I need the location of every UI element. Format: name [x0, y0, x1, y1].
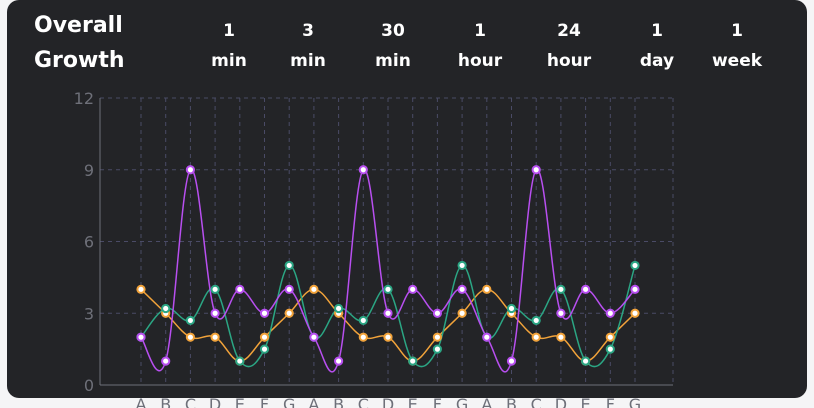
data-point	[161, 356, 171, 366]
x-tick-label: F	[606, 395, 615, 408]
data-point	[136, 332, 146, 342]
y-tick-label: 12	[74, 89, 94, 108]
data-point	[210, 284, 220, 294]
data-point	[408, 284, 418, 294]
data-point	[531, 165, 541, 175]
data-point	[408, 356, 418, 366]
x-tick-label: B	[333, 395, 344, 408]
data-point	[432, 332, 442, 342]
data-point	[432, 344, 442, 354]
x-tick-label: F	[433, 395, 442, 408]
data-point	[259, 344, 270, 354]
data-point	[457, 308, 467, 318]
x-tick-label: D	[555, 395, 567, 408]
data-point	[482, 332, 492, 342]
x-tick-label: C	[531, 395, 542, 408]
x-tick-label: E	[235, 395, 245, 408]
data-point	[284, 260, 294, 271]
data-point	[581, 284, 591, 294]
data-point	[506, 356, 517, 366]
data-point	[630, 308, 640, 318]
x-tick-label: D	[382, 395, 394, 408]
data-point	[605, 332, 615, 342]
data-point	[309, 332, 319, 342]
x-tick-label: G	[283, 395, 295, 408]
data-point	[334, 356, 344, 366]
x-tick-label: B	[160, 395, 171, 408]
data-point	[210, 308, 220, 318]
x-tick-label: D	[209, 395, 221, 408]
data-point	[556, 284, 566, 294]
data-point	[284, 284, 294, 294]
data-point	[185, 165, 195, 175]
data-point	[235, 356, 245, 366]
data-point	[556, 332, 566, 342]
data-point	[334, 303, 344, 314]
data-point	[161, 303, 171, 314]
x-tick-label: C	[358, 395, 369, 408]
data-point	[185, 315, 195, 326]
x-tick-label: B	[506, 395, 517, 408]
data-point	[432, 308, 442, 318]
x-tick-label: G	[456, 395, 468, 408]
data-point	[284, 308, 294, 318]
data-point	[185, 332, 195, 342]
y-tick-label: 6	[84, 233, 94, 252]
data-point	[506, 303, 517, 314]
x-tick-label: G	[629, 395, 641, 408]
y-tick-label: 9	[84, 161, 94, 180]
data-point	[259, 332, 270, 342]
data-point	[259, 308, 270, 318]
data-point	[358, 315, 368, 326]
data-point	[605, 308, 615, 318]
x-tick-label: E	[581, 395, 591, 408]
data-point	[383, 332, 393, 342]
data-point	[210, 332, 220, 342]
y-tick-label: 0	[84, 376, 94, 395]
data-point	[358, 332, 368, 342]
x-tick-label: A	[136, 395, 147, 408]
x-tick-label: A	[308, 395, 319, 408]
data-point	[556, 308, 566, 318]
data-point	[630, 260, 640, 271]
data-point	[630, 284, 640, 294]
x-tick-label: E	[408, 395, 418, 408]
data-point	[531, 315, 541, 326]
x-tick-label: C	[185, 395, 196, 408]
data-point	[605, 344, 615, 354]
data-point	[457, 284, 467, 294]
x-tick-label: F	[260, 395, 269, 408]
data-point	[383, 284, 393, 294]
y-tick-label: 3	[84, 304, 94, 323]
data-point	[136, 284, 146, 294]
data-point	[309, 284, 319, 294]
x-tick-label: A	[481, 395, 492, 408]
growth-line-chart: 036912A B C D E F G A B C D E F G A B C D E F G	[74, 89, 674, 408]
data-point	[383, 308, 393, 318]
data-point	[531, 332, 541, 342]
data-point	[457, 260, 467, 271]
data-point	[358, 165, 368, 175]
data-point	[235, 284, 245, 294]
data-point	[581, 356, 591, 366]
data-point	[482, 284, 492, 294]
